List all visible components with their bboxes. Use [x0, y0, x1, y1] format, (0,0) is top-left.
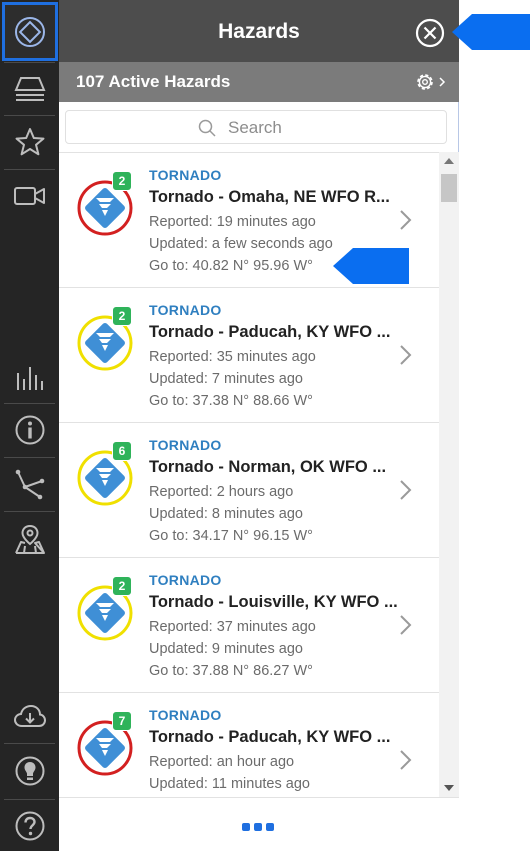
layers-icon [14, 77, 45, 101]
hazard-goto-link[interactable]: Go to: 37.38 N° 88.66 W° [149, 393, 313, 409]
favorites-rail-button[interactable] [0, 117, 59, 167]
hazard-list-item[interactable]: 7 TORNADO Tornado - Paducah, KY WFO ... … [59, 693, 439, 798]
chevron-right-icon [400, 615, 412, 635]
more-dots-icon[interactable] [237, 798, 281, 852]
search-input[interactable]: Search [65, 110, 447, 144]
bulb-icon [15, 756, 44, 786]
hazard-reported: Reported: 2 hours ago [149, 484, 294, 500]
chevron-right-icon [400, 210, 412, 230]
search-icon [198, 119, 216, 137]
hazard-title: Tornado - Paducah, KY WFO ... [149, 728, 391, 746]
info-rail-button[interactable] [0, 405, 59, 455]
scroll-up-arrow-icon[interactable] [444, 158, 454, 164]
left-toolbar [0, 0, 59, 851]
panel-header: Hazards [59, 0, 459, 62]
panel-footer [59, 797, 459, 852]
hazard-category: TORNADO [149, 437, 222, 453]
divider [4, 169, 55, 170]
download-rail-button[interactable] [0, 693, 59, 741]
alert-count-badge: 6 [112, 441, 132, 461]
list-scrollbar[interactable] [439, 152, 459, 797]
divider [4, 115, 55, 116]
hazard-category: TORNADO [149, 167, 222, 183]
star-icon [15, 128, 44, 156]
network-rail-button[interactable] [0, 459, 59, 509]
scrollbar-thumb[interactable] [441, 174, 457, 202]
hazard-reported: Reported: 35 minutes ago [149, 349, 316, 365]
hazard-category: TORNADO [149, 302, 222, 318]
video-rail-button[interactable] [0, 171, 59, 221]
annotation-arrow-icon [452, 14, 530, 50]
page-title: Hazards [218, 20, 300, 43]
help-rail-button[interactable] [0, 801, 59, 851]
hazard-list-item[interactable]: 2 TORNADO Tornado - Louisville, KY WFO .… [59, 558, 439, 693]
hazard-title: Tornado - Paducah, KY WFO ... [149, 323, 391, 341]
hazard-updated: Updated: 7 minutes ago [149, 371, 303, 387]
hazard-updated: Updated: 9 minutes ago [149, 641, 303, 657]
search-placeholder: Search [228, 118, 282, 137]
hazard-title: Tornado - Norman, OK WFO ... [149, 458, 387, 476]
hazards-rail-button[interactable] [2, 2, 58, 61]
map-pin-icon [14, 524, 45, 554]
layers-rail-button[interactable] [0, 64, 59, 114]
graph-icon [15, 469, 44, 500]
map-rail-button[interactable] [0, 513, 59, 565]
divider [4, 743, 55, 744]
gear-icon [417, 74, 446, 90]
hazard-reported: Reported: 19 minutes ago [149, 214, 316, 230]
help-icon [15, 811, 44, 841]
hazard-reported: Reported: 37 minutes ago [149, 619, 316, 635]
close-button[interactable] [415, 18, 445, 48]
divider [4, 799, 55, 800]
alert-count-badge: 2 [112, 576, 132, 596]
video-camera-icon [13, 187, 45, 205]
hazard-reported: Reported: an hour ago [149, 754, 295, 770]
hazard-goto-link[interactable]: Go to: 34.17 N° 96.15 W° [149, 528, 313, 544]
hazard-summary-bar: 107 Active Hazards [59, 62, 459, 102]
info-icon [15, 415, 44, 445]
hazard-goto-link[interactable]: Go to: 40.82 N° 95.96 W° [149, 258, 313, 274]
hazard-updated: Updated: 8 minutes ago [149, 506, 303, 522]
tips-rail-button[interactable] [0, 745, 59, 797]
hazard-category: TORNADO [149, 572, 222, 588]
cloud-download-icon [13, 704, 46, 727]
chevron-right-icon [400, 750, 412, 770]
settings-button[interactable] [413, 70, 447, 94]
chevron-right-icon [400, 480, 412, 500]
hazard-list-item[interactable]: 6 TORNADO Tornado - Norman, OK WFO ... R… [59, 423, 439, 558]
close-circle-icon [415, 18, 445, 48]
scroll-down-arrow-icon[interactable] [444, 785, 454, 791]
hazard-title: Tornado - Omaha, NE WFO R... [149, 188, 390, 206]
alert-count-badge: 2 [112, 306, 132, 326]
hazard-updated: Updated: 11 minutes ago [149, 776, 310, 792]
alert-count-badge: 2 [112, 171, 132, 191]
divider [4, 403, 55, 404]
hazard-count: 107 Active Hazards [76, 72, 231, 91]
divider [4, 511, 55, 512]
hazards-icon [15, 16, 45, 47]
alert-count-badge: 7 [112, 711, 132, 731]
hazard-goto-link[interactable]: Go to: 37.88 N° 86.27 W° [149, 663, 313, 679]
divider [4, 62, 55, 63]
divider [4, 457, 55, 458]
hazard-category: TORNADO [149, 707, 222, 723]
charts-rail-button[interactable] [0, 352, 59, 402]
bar-chart-icon [16, 367, 43, 390]
chevron-right-icon [400, 345, 412, 365]
hazard-updated: Updated: a few seconds ago [149, 236, 333, 252]
hazard-title: Tornado - Louisville, KY WFO ... [149, 593, 398, 611]
annotation-arrow-icon [333, 248, 409, 284]
hazard-list-item[interactable]: 2 TORNADO Tornado - Paducah, KY WFO ... … [59, 288, 439, 423]
